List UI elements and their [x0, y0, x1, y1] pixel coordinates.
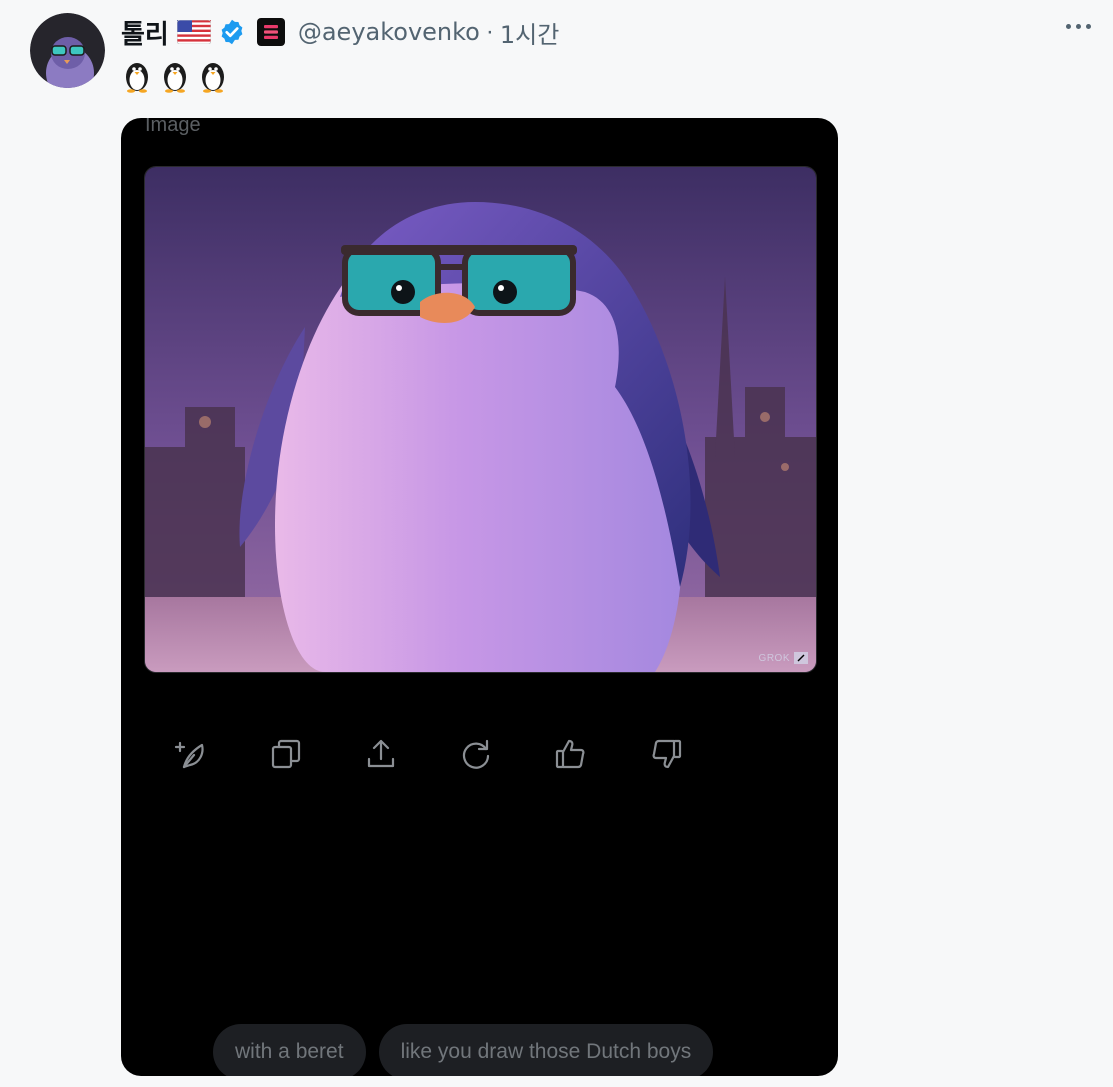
us-flag-icon — [176, 20, 211, 44]
author-handle[interactable]: @aeyakovenko — [298, 18, 480, 46]
grok-watermark: GROK — [759, 652, 808, 664]
image-actions — [173, 736, 684, 772]
prompt-suggestions: with a beret like you draw those Dutch b… — [213, 1024, 714, 1076]
tweet-header: 톨리 @aeyakovenko · 1시간 — [121, 12, 559, 52]
timestamp[interactable]: 1시간 — [500, 15, 559, 50]
dot-separator: · — [485, 18, 494, 45]
penguin-emoji-icon — [202, 63, 224, 93]
watermark-text: GROK — [758, 652, 790, 664]
tweet-text — [121, 58, 229, 94]
suggestion-chip[interactable]: like you draw those Dutch boys — [378, 1024, 714, 1076]
thumbs-down-icon[interactable] — [648, 736, 684, 772]
card-label: Image — [145, 118, 201, 136]
grok-image-card[interactable]: Image GROK with a beret like you draw th… — [121, 118, 838, 1076]
generated-image[interactable]: GROK — [144, 166, 817, 673]
thumbs-up-icon[interactable] — [553, 736, 589, 772]
share-icon[interactable] — [363, 736, 399, 772]
affiliation-badge-icon[interactable] — [256, 18, 285, 46]
penguin-emoji-icon — [126, 63, 148, 93]
regenerate-feather-icon[interactable] — [173, 736, 209, 772]
refresh-icon[interactable] — [458, 736, 494, 772]
suggestion-chip[interactable]: with a beret — [213, 1024, 366, 1076]
penguin-emoji-icon — [164, 63, 186, 93]
display-name[interactable]: 톨리 — [121, 14, 169, 51]
more-options-icon[interactable] — [1066, 24, 1091, 29]
avatar[interactable] — [30, 13, 105, 88]
copy-icon[interactable] — [268, 736, 304, 772]
grok-logo-icon — [794, 652, 808, 664]
verified-badge-icon[interactable] — [218, 18, 246, 46]
